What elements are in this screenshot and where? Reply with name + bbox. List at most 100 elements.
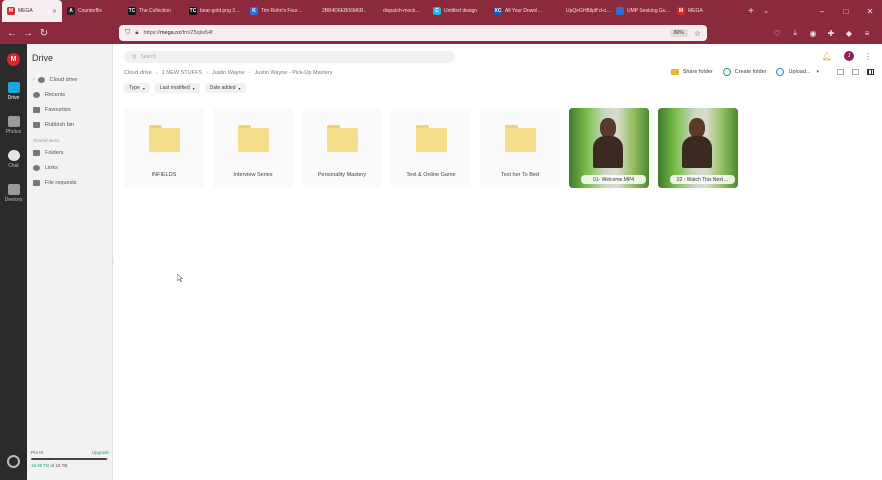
folder-card[interactable]: INFIELDS bbox=[124, 108, 204, 188]
browser-tab[interactable]: M MEGA ✕ bbox=[2, 0, 62, 22]
file-manager: ⚲ Search 🔔︎ J ⋮ Cloud drive › 1 NEW STUFFS… bbox=[114, 44, 882, 480]
sidebar-item-links[interactable]: Links bbox=[33, 165, 58, 171]
mega-logo[interactable]: M bbox=[7, 53, 20, 66]
rail-drive[interactable]: Drive bbox=[0, 82, 27, 101]
rail-devices[interactable]: Devices bbox=[0, 184, 27, 203]
chevron-down-icon[interactable]: ▾ bbox=[816, 69, 819, 75]
extensions-icon[interactable]: ✚ bbox=[822, 29, 840, 38]
maximize-icon[interactable]: □ bbox=[834, 7, 858, 16]
plus-circle-icon bbox=[722, 68, 731, 76]
minimize-icon[interactable]: – bbox=[810, 7, 834, 16]
heart-icon bbox=[33, 107, 40, 113]
browser-tab[interactable]: UpQeGHBilpff d-o… bbox=[550, 0, 611, 22]
rail-photos[interactable]: Photos bbox=[0, 116, 27, 135]
sidebar-item-file-requests[interactable]: File requests bbox=[33, 180, 77, 186]
breadcrumb-item[interactable]: Cloud drive bbox=[124, 70, 152, 76]
close-tab-icon[interactable]: ✕ bbox=[52, 8, 57, 15]
browser-tab[interactable]: UMP Seeking Gu… bbox=[611, 0, 672, 22]
grid-view-icon[interactable] bbox=[867, 69, 874, 75]
rail-chat-label: Chat bbox=[8, 163, 19, 169]
browser-tab[interactable]: TC The Collection bbox=[123, 0, 184, 22]
tab-favicon-icon: TC bbox=[128, 7, 136, 15]
create-folder-label: Create folder bbox=[734, 69, 767, 75]
folder-name: Interview Series bbox=[233, 172, 273, 178]
filter-chip[interactable]: Last modified ▾ bbox=[154, 83, 200, 93]
tab-favicon-icon bbox=[555, 7, 563, 15]
breadcrumb: Cloud drive › 1 NEW STUFFS › Justin Wayne › Ju… bbox=[124, 70, 333, 76]
rail-chat[interactable]: Chat bbox=[0, 150, 27, 169]
folder-card[interactable]: Text & Online Game bbox=[391, 108, 471, 188]
browser-tab[interactable]: XC All Your Downl… bbox=[489, 0, 550, 22]
video-file-card[interactable]: 02 - Watch This Next… bbox=[658, 108, 738, 188]
chevron-down-icon: ▾ bbox=[238, 85, 241, 91]
tab-label: MEGA bbox=[18, 8, 33, 14]
thumbnail-view-icon[interactable] bbox=[837, 69, 844, 75]
reload-icon[interactable]: ↻ bbox=[36, 28, 52, 39]
search-icon: ⚲ bbox=[132, 54, 137, 61]
sidebar-item-folders[interactable]: Folders bbox=[33, 150, 63, 156]
filter-chip[interactable]: Date added ▾ bbox=[204, 83, 246, 93]
folder-icon bbox=[327, 125, 358, 152]
browser-tab[interactable]: TC bear-gold.png 3… bbox=[184, 0, 245, 22]
bookmark-star-icon[interactable]: ☆ bbox=[694, 29, 701, 38]
devices-icon bbox=[7, 184, 20, 195]
share-folder-button[interactable]: Share folder bbox=[670, 69, 713, 75]
folder-card[interactable]: Text her To Bed bbox=[480, 108, 560, 188]
tab-list-icon[interactable]: ⌄ bbox=[759, 7, 773, 15]
breadcrumb-separator-icon: › bbox=[248, 70, 251, 76]
browser-tab-strip: M MEGA ✕ A Counterflix TC The Collection TC bear… bbox=[0, 0, 882, 22]
account-icon[interactable]: ◉ bbox=[804, 29, 822, 38]
filter-chip[interactable]: Type ▾ bbox=[124, 83, 150, 93]
downloads-icon[interactable]: ⤓ bbox=[786, 28, 804, 38]
new-tab-icon[interactable]: + bbox=[743, 6, 759, 17]
folder-card[interactable]: Interview Series bbox=[213, 108, 293, 188]
browser-tab[interactable]: M MEGA bbox=[672, 0, 733, 22]
address-bar[interactable]: ⛉ 🔒︎ https://mega.nz/fm/Z5qlw54f 80% ☆ bbox=[119, 25, 707, 41]
browser-tab[interactable]: dispatch-mock… bbox=[367, 0, 428, 22]
back-icon[interactable]: ← bbox=[4, 28, 20, 39]
extension-icon[interactable]: ◆ bbox=[840, 29, 858, 38]
breadcrumb-item[interactable]: 1 NEW STUFFS bbox=[162, 70, 202, 76]
upload-label: Upload... bbox=[788, 69, 811, 75]
notification-bell-icon[interactable]: 🔔︎ bbox=[822, 52, 832, 61]
sidebar-item-favourites[interactable]: Favourites bbox=[33, 107, 71, 113]
tab-favicon-icon: K bbox=[250, 7, 258, 15]
folder-card[interactable]: Personality Mastery bbox=[302, 108, 382, 188]
clock-icon bbox=[33, 92, 40, 98]
chevron-right-icon[interactable]: › bbox=[33, 77, 35, 83]
browser-tab[interactable]: 2BB4D6EB06M6R… bbox=[306, 0, 367, 22]
breadcrumb-item[interactable]: Justin Wayne bbox=[212, 70, 245, 76]
zoom-level[interactable]: 80% bbox=[669, 29, 688, 37]
browser-tab[interactable]: C Untitled design bbox=[428, 0, 489, 22]
menu-icon[interactable]: ≡ bbox=[858, 29, 876, 38]
search-input[interactable]: ⚲ Search bbox=[124, 51, 455, 63]
chat-icon bbox=[7, 150, 20, 161]
url-text[interactable]: https://mega.nz/fm/Z5qlw54f bbox=[143, 30, 212, 36]
avatar[interactable]: J bbox=[844, 51, 854, 61]
folder-name: Text & Online Game bbox=[406, 172, 456, 178]
tab-label: dispatch-mock… bbox=[383, 8, 421, 14]
breadcrumb-item[interactable]: Justin Wayne - Pick-Up Mastery bbox=[255, 70, 333, 76]
lock-icon[interactable]: 🔒︎ bbox=[135, 30, 138, 37]
browser-tab[interactable]: K Tim Rohn's Four… bbox=[245, 0, 306, 22]
list-view-icon[interactable] bbox=[852, 69, 859, 75]
close-window-icon[interactable]: ✕ bbox=[858, 7, 882, 16]
upload-button[interactable]: Upload... ▾ bbox=[776, 68, 819, 76]
window-controls: – □ ✕ bbox=[810, 0, 882, 22]
more-vertical-icon[interactable]: ⋮ bbox=[864, 52, 872, 61]
create-folder-button[interactable]: Create folder bbox=[722, 68, 767, 76]
sidebar-item-recents[interactable]: Recents bbox=[33, 92, 65, 98]
tab-label: UMP Seeking Gu… bbox=[627, 8, 671, 14]
upgrade-link[interactable]: Upgrade bbox=[92, 450, 109, 455]
sidebar-item-label: Folders bbox=[45, 150, 64, 156]
shield-icon[interactable]: ⛉ bbox=[125, 29, 130, 37]
sidebar-item-cloud-drive[interactable]: › Cloud drive bbox=[33, 77, 78, 83]
forward-icon[interactable]: → bbox=[20, 28, 36, 39]
browser-tab[interactable]: A Counterflix bbox=[62, 0, 123, 22]
video-file-card[interactable]: 01- Welcome.MP4 bbox=[569, 108, 649, 188]
tab-favicon-icon bbox=[616, 7, 624, 15]
pocket-icon[interactable]: ♡ bbox=[768, 29, 786, 38]
filter-chip-label: Date added bbox=[209, 85, 236, 91]
sidebar-item-rubbish-bin[interactable]: Rubbish bin bbox=[33, 122, 74, 128]
settings-icon[interactable] bbox=[7, 455, 20, 468]
